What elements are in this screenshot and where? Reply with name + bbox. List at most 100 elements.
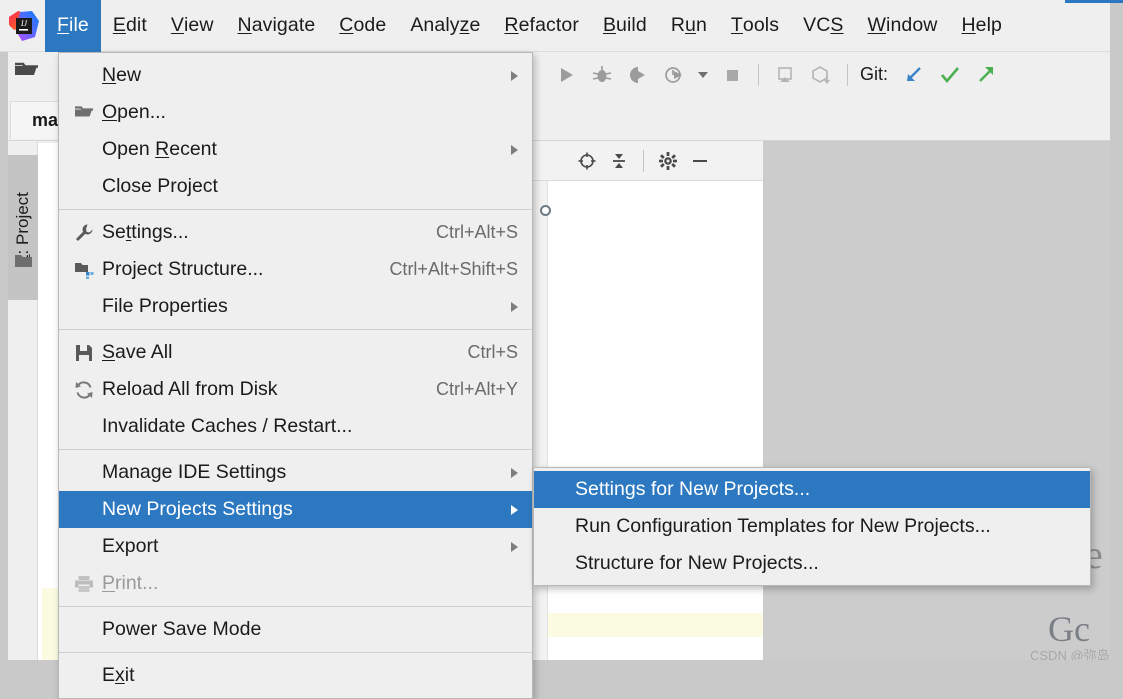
run-with-coverage-icon[interactable] <box>623 60 653 90</box>
window-frame-right <box>1110 0 1123 666</box>
push-arrow-icon[interactable] <box>971 60 1001 90</box>
menu-item-power-save-mode-label: Power Save Mode <box>102 618 262 640</box>
menu-item-project-structure-shortcut: Ctrl+Alt+Shift+S <box>389 259 518 279</box>
chevron-right-icon <box>511 541 518 552</box>
menu-item-export-label: Export <box>102 535 159 557</box>
run-icon[interactable] <box>551 60 581 90</box>
menu-item-export[interactable]: Export <box>59 528 532 565</box>
editor-gutter[interactable] <box>533 141 548 666</box>
folder-icon[interactable] <box>14 252 34 274</box>
menu-item-manage-ide-settings[interactable]: Manage IDE Settings <box>59 454 532 491</box>
submenu-item-settings-for-new-projects-label: Settings for New Projects... <box>575 478 811 500</box>
build-artifacts-icon[interactable] <box>806 60 836 90</box>
menu-view[interactable]: View <box>159 0 226 52</box>
watermark-partial-word: Gc <box>1048 609 1090 649</box>
menu-item-project-structure[interactable]: Project Structure... Ctrl+Alt+Shift+S <box>59 251 532 288</box>
attach-debugger-icon[interactable] <box>770 60 800 90</box>
menu-item-file-properties[interactable]: File Properties <box>59 288 532 325</box>
collapse-all-icon[interactable] <box>606 148 632 174</box>
printer-icon <box>71 565 97 602</box>
breakpoint-gutter-icon[interactable] <box>540 205 551 216</box>
menu-separator <box>59 449 532 450</box>
wrench-icon <box>71 214 97 251</box>
menu-help[interactable]: Help <box>949 0 1014 52</box>
menu-build[interactable]: Build <box>591 0 659 52</box>
menu-item-save-all[interactable]: Save All Ctrl+S <box>59 334 532 371</box>
toolbar-separator <box>847 63 848 86</box>
hide-minus-icon[interactable] <box>687 148 713 174</box>
submenu-item-settings-for-new-projects[interactable]: Settings for New Projects... <box>534 471 1090 508</box>
editor-caret-line-highlight <box>548 613 763 637</box>
menu-refactor[interactable]: Refactor <box>492 0 591 52</box>
editor-file-tab-label: ma <box>31 110 58 130</box>
menu-item-new[interactable]: New <box>59 57 532 94</box>
intellij-idea-logo: IJ <box>7 9 41 43</box>
sidebar-item-project[interactable]: 1: Project <box>8 155 38 300</box>
menu-item-print: Print... <box>59 565 532 602</box>
debug-icon[interactable] <box>587 60 617 90</box>
chevron-right-icon <box>511 70 518 81</box>
file-menu-popup: New Open... Open Recent Close Project Se… <box>58 52 533 699</box>
settings-gear-icon[interactable] <box>655 148 681 174</box>
menu-separator <box>59 329 532 330</box>
submenu-item-structure-for-new-projects[interactable]: Structure for New Projects... <box>534 545 1090 582</box>
menu-bar-items: File Edit View Navigate Code Analy z e Ref… <box>45 0 1014 52</box>
stop-icon[interactable] <box>717 60 747 90</box>
titlebar-accent-line <box>1065 0 1123 3</box>
submenu-item-run-configuration-templates-label: Run Configuration Templates for New Proj… <box>575 515 991 537</box>
menu-item-new-label: New <box>102 64 142 86</box>
toolbar-separator <box>643 149 644 172</box>
project-highlight-strip <box>42 588 58 666</box>
menu-item-exit-label: Exit <box>102 664 135 686</box>
svg-text:IJ: IJ <box>20 19 28 28</box>
chevron-right-icon <box>511 467 518 478</box>
menu-separator <box>59 209 532 210</box>
menu-separator <box>59 606 532 607</box>
submenu-item-run-configuration-templates[interactable]: Run Configuration Templates for New Proj… <box>534 508 1090 545</box>
editor-background-canvas <box>763 141 1110 666</box>
menu-analyze[interactable]: Analy z e <box>398 0 492 52</box>
menu-vcs[interactable]: VC S <box>791 0 855 52</box>
menu-edit[interactable]: Edit <box>101 0 159 52</box>
menu-item-reload-all-from-disk[interactable]: Reload All from Disk Ctrl+Alt+Y <box>59 371 532 408</box>
window-frame-left <box>0 52 8 666</box>
menu-item-open-recent-label: Open Recent <box>102 138 217 160</box>
menu-item-close-project-label: Close Project <box>102 175 218 197</box>
menu-item-close-project[interactable]: Close Project <box>59 168 532 205</box>
menu-item-file-properties-label: File Properties <box>102 295 228 317</box>
dropdown-caret-icon[interactable] <box>695 60 711 90</box>
menu-window[interactable]: Window <box>856 0 950 52</box>
reload-icon <box>71 371 97 408</box>
menu-item-settings[interactable]: Settings... Ctrl+Alt+S <box>59 214 532 251</box>
profile-icon[interactable] <box>659 60 689 90</box>
git-label: Git: <box>860 64 889 84</box>
open-folder-icon[interactable] <box>14 60 40 85</box>
menu-tools[interactable]: Tools <box>719 0 791 52</box>
menu-item-invalidate-caches[interactable]: Invalidate Caches / Restart... <box>59 408 532 445</box>
menu-navigate[interactable]: Navigate <box>226 0 328 52</box>
menu-file[interactable]: File <box>45 0 101 52</box>
toolbar-separator <box>758 63 759 86</box>
main-menu-bar: IJ File Edit View Navigate Code Analy z e … <box>0 0 1110 52</box>
menu-code[interactable]: Code <box>327 0 398 52</box>
menu-item-settings-shortcut: Ctrl+Alt+S <box>435 222 518 242</box>
menu-item-exit[interactable]: Exit <box>59 657 532 694</box>
menu-separator <box>59 652 532 653</box>
save-floppy-icon <box>71 334 97 371</box>
project-structure-icon <box>71 251 97 288</box>
locate-icon[interactable] <box>574 148 600 174</box>
menu-run[interactable]: Run <box>659 0 719 52</box>
chevron-right-icon <box>511 301 518 312</box>
menu-item-new-projects-settings[interactable]: New Projects Settings <box>59 491 532 528</box>
tool-window-action-strip <box>533 141 763 181</box>
update-project-icon[interactable] <box>899 60 929 90</box>
chevron-right-icon <box>511 504 518 515</box>
menu-item-open[interactable]: Open... <box>59 94 532 131</box>
commit-checkmark-icon[interactable] <box>935 60 965 90</box>
menu-item-open-recent[interactable]: Open Recent <box>59 131 532 168</box>
menu-item-power-save-mode[interactable]: Power Save Mode <box>59 611 532 648</box>
submenu-item-structure-for-new-projects-label: Structure for New Projects... <box>575 552 819 574</box>
folder-open-icon <box>71 94 97 131</box>
menu-item-invalidate-caches-label: Invalidate Caches / Restart... <box>102 415 353 437</box>
menu-item-save-all-shortcut: Ctrl+S <box>467 342 518 362</box>
